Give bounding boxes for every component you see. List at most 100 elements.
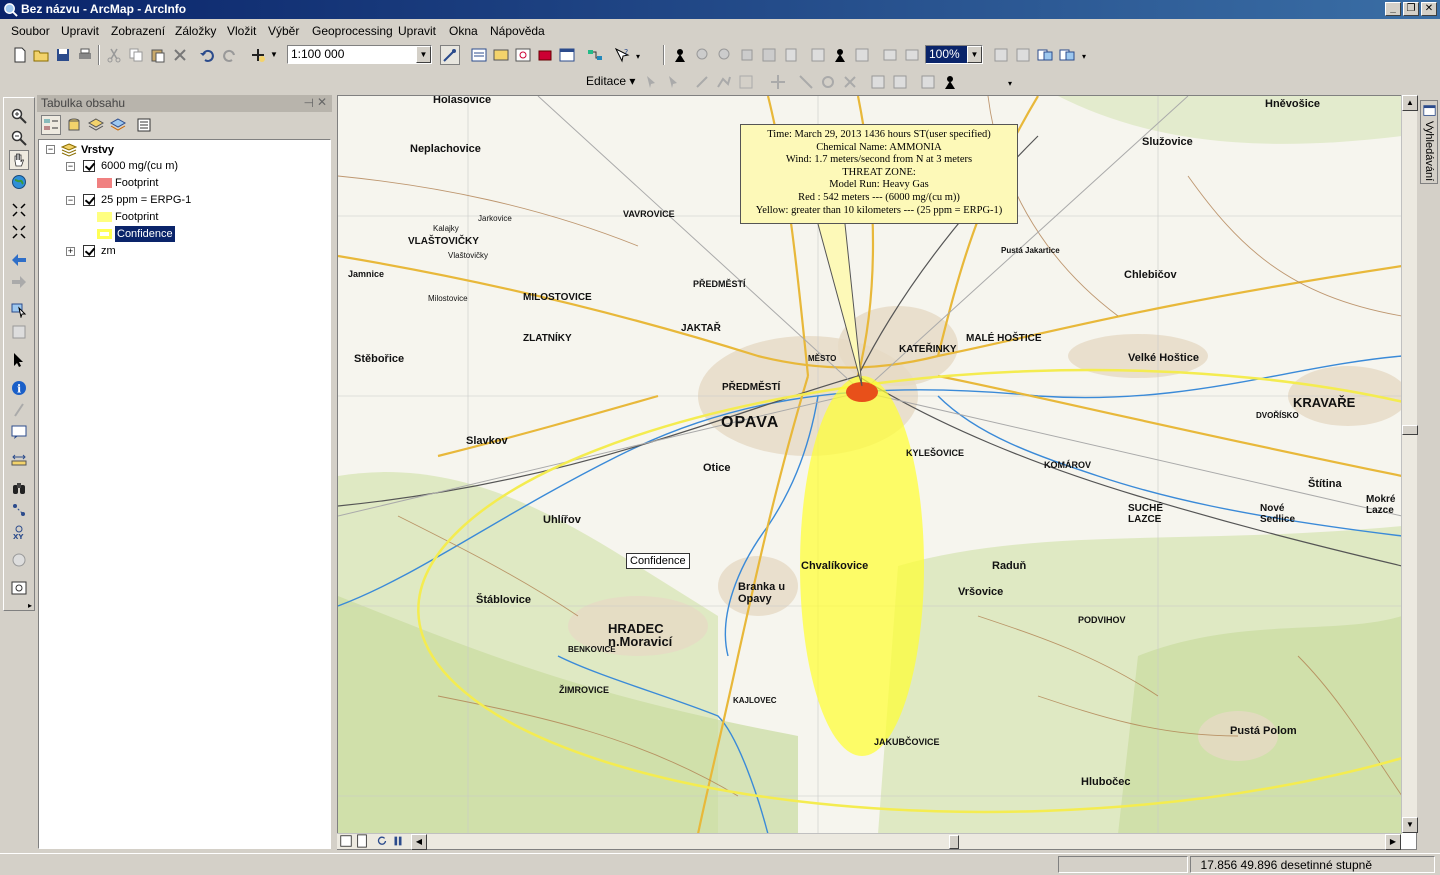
undo-icon[interactable]: [197, 45, 217, 65]
layer-6000-visibility-checkbox[interactable]: [83, 160, 95, 172]
print-icon[interactable]: [75, 45, 95, 65]
search-side-tab[interactable]: Vyhledávání: [1420, 100, 1438, 184]
data-frame-vrstvy[interactable]: Vrstvy: [81, 142, 114, 158]
layer-erpg-name[interactable]: 25 ppm = ERPG-1: [101, 192, 191, 208]
data-driven-pages-icon[interactable]: [1057, 45, 1077, 65]
reshape-icon[interactable]: [796, 72, 816, 92]
vertex-icon[interactable]: [736, 72, 756, 92]
delete-icon[interactable]: [170, 45, 190, 65]
data-view-icon[interactable]: [339, 834, 353, 848]
whats-this-help-icon[interactable]: ?: [612, 45, 632, 65]
select-features-icon[interactable]: [9, 300, 29, 320]
menu-upravit-2[interactable]: Upravit: [398, 24, 436, 38]
list-by-selection-icon[interactable]: [108, 115, 128, 135]
chevron-down-icon[interactable]: ▼: [967, 46, 982, 63]
attributes-icon[interactable]: [868, 72, 888, 92]
search-window-icon[interactable]: [513, 45, 533, 65]
hyperlink-icon[interactable]: [9, 400, 29, 420]
expand-layer-zm-toggle[interactable]: +: [66, 247, 75, 256]
layout-view-icon[interactable]: [355, 834, 369, 848]
pin-icon[interactable]: ⊣: [304, 96, 314, 110]
chevron-down-icon[interactable]: ▼: [416, 46, 431, 63]
sketch-icon[interactable]: [714, 72, 734, 92]
find-binoculars-icon[interactable]: [9, 478, 29, 498]
restore-button[interactable]: ❐: [1403, 2, 1419, 16]
collapse-vrstvy-toggle[interactable]: −: [46, 145, 55, 154]
scroll-up-arrow-icon[interactable]: ▲: [1402, 95, 1418, 111]
arctoolbox-icon[interactable]: [535, 45, 555, 65]
list-by-drawing-order-icon[interactable]: [41, 115, 61, 135]
map-display[interactable]: Time: March 29, 2013 1436 hours ST(user …: [337, 95, 1417, 850]
zoom-out-icon[interactable]: [9, 128, 29, 148]
scroll-down-arrow-icon[interactable]: ▼: [1402, 817, 1418, 833]
menu-zalozky[interactable]: Záložky: [175, 24, 216, 38]
select-elements-arrow-icon[interactable]: [9, 350, 29, 370]
layer-zm-visibility-checkbox[interactable]: [83, 245, 95, 257]
open-folder-icon[interactable]: [31, 45, 51, 65]
menu-geoprocessing[interactable]: Geoprocessing: [312, 24, 393, 38]
change-layout-icon[interactable]: [1035, 45, 1055, 65]
go-to-xy-icon[interactable]: XY: [9, 522, 29, 542]
pan-hand-icon[interactable]: [9, 150, 29, 170]
layout-forward-icon[interactable]: [902, 45, 922, 65]
toc-window-icon[interactable]: [469, 45, 489, 65]
layout-tools-icon[interactable]: [830, 45, 850, 65]
paste-icon[interactable]: [148, 45, 168, 65]
layer-erpg-footprint-label[interactable]: Footprint: [115, 209, 158, 225]
menu-zobrazeni[interactable]: Zobrazení: [111, 24, 165, 38]
copy-icon[interactable]: [126, 45, 146, 65]
minimize-button[interactable]: _: [1385, 2, 1401, 16]
list-by-source-icon[interactable]: [64, 115, 84, 135]
map-vertical-scrollbar[interactable]: ▲ ▼: [1401, 95, 1418, 833]
layout-page-icon[interactable]: [852, 45, 872, 65]
edit-tools-icon[interactable]: [940, 72, 960, 92]
vertical-scroll-thumb[interactable]: [1402, 425, 1418, 435]
pan-gray-icon[interactable]: [737, 45, 757, 65]
page-gray-icon[interactable]: [781, 45, 801, 65]
layer-zm-name[interactable]: zm: [101, 243, 116, 259]
clear-selection-icon[interactable]: [9, 322, 29, 342]
viewer-window-icon[interactable]: [9, 578, 29, 598]
full-extent-globe-icon[interactable]: [9, 172, 29, 192]
edit-annotation-icon[interactable]: [664, 72, 684, 92]
horizontal-scroll-thumb[interactable]: [949, 835, 959, 849]
python-window-icon[interactable]: [557, 45, 577, 65]
cut-polygons-icon[interactable]: [840, 72, 860, 92]
close-window-button[interactable]: ✕: [1421, 2, 1437, 16]
scroll-right-arrow-icon[interactable]: ▶: [1385, 834, 1401, 850]
confidence-map-label[interactable]: Confidence: [626, 553, 690, 569]
collapse-layer-erpg-toggle[interactable]: −: [66, 196, 75, 205]
layout-toggle-icon[interactable]: [991, 45, 1011, 65]
identify-info-icon[interactable]: i: [9, 378, 29, 398]
menu-okna[interactable]: Okna: [449, 24, 478, 38]
scroll-left-arrow-icon[interactable]: ◀: [411, 834, 427, 850]
editor-toolbar-icon[interactable]: [440, 45, 460, 65]
zoom-in-gray-icon[interactable]: [693, 45, 713, 65]
sketch-properties-icon[interactable]: [890, 72, 910, 92]
measure-ruler-icon[interactable]: [9, 450, 29, 470]
menu-vyber[interactable]: Výběr: [268, 24, 299, 38]
menu-upravit[interactable]: Upravit: [61, 24, 99, 38]
modelbuilder-icon[interactable]: [585, 45, 605, 65]
threat-zone-callout[interactable]: Time: March 29, 2013 1436 hours ST(user …: [740, 124, 1018, 224]
zoom-out-gray-icon[interactable]: [715, 45, 735, 65]
catalog-icon[interactable]: [491, 45, 511, 65]
find-route-icon[interactable]: [9, 500, 29, 520]
layer-6000-name[interactable]: 6000 mg/(cu m): [101, 158, 178, 174]
split-icon[interactable]: [768, 72, 788, 92]
save-icon[interactable]: [53, 45, 73, 65]
list-by-visibility-icon[interactable]: [86, 115, 106, 135]
time-slider-icon[interactable]: [9, 550, 29, 570]
collapse-layer-6000-toggle[interactable]: −: [66, 162, 75, 171]
layout-grid-icon[interactable]: [808, 45, 828, 65]
menu-vlozit[interactable]: Vložit: [227, 24, 256, 38]
pause-drawing-icon[interactable]: [391, 834, 405, 848]
html-popup-icon[interactable]: [9, 422, 29, 442]
layout-zoom-combo[interactable]: 100% ▼: [925, 45, 983, 64]
layout-back-icon[interactable]: [880, 45, 900, 65]
menu-soubor[interactable]: Soubor: [11, 24, 50, 38]
toc-options-icon[interactable]: [134, 115, 154, 135]
add-data-icon[interactable]: [248, 45, 268, 65]
go-forward-arrow-icon[interactable]: [9, 272, 29, 292]
go-back-arrow-icon[interactable]: [9, 250, 29, 270]
